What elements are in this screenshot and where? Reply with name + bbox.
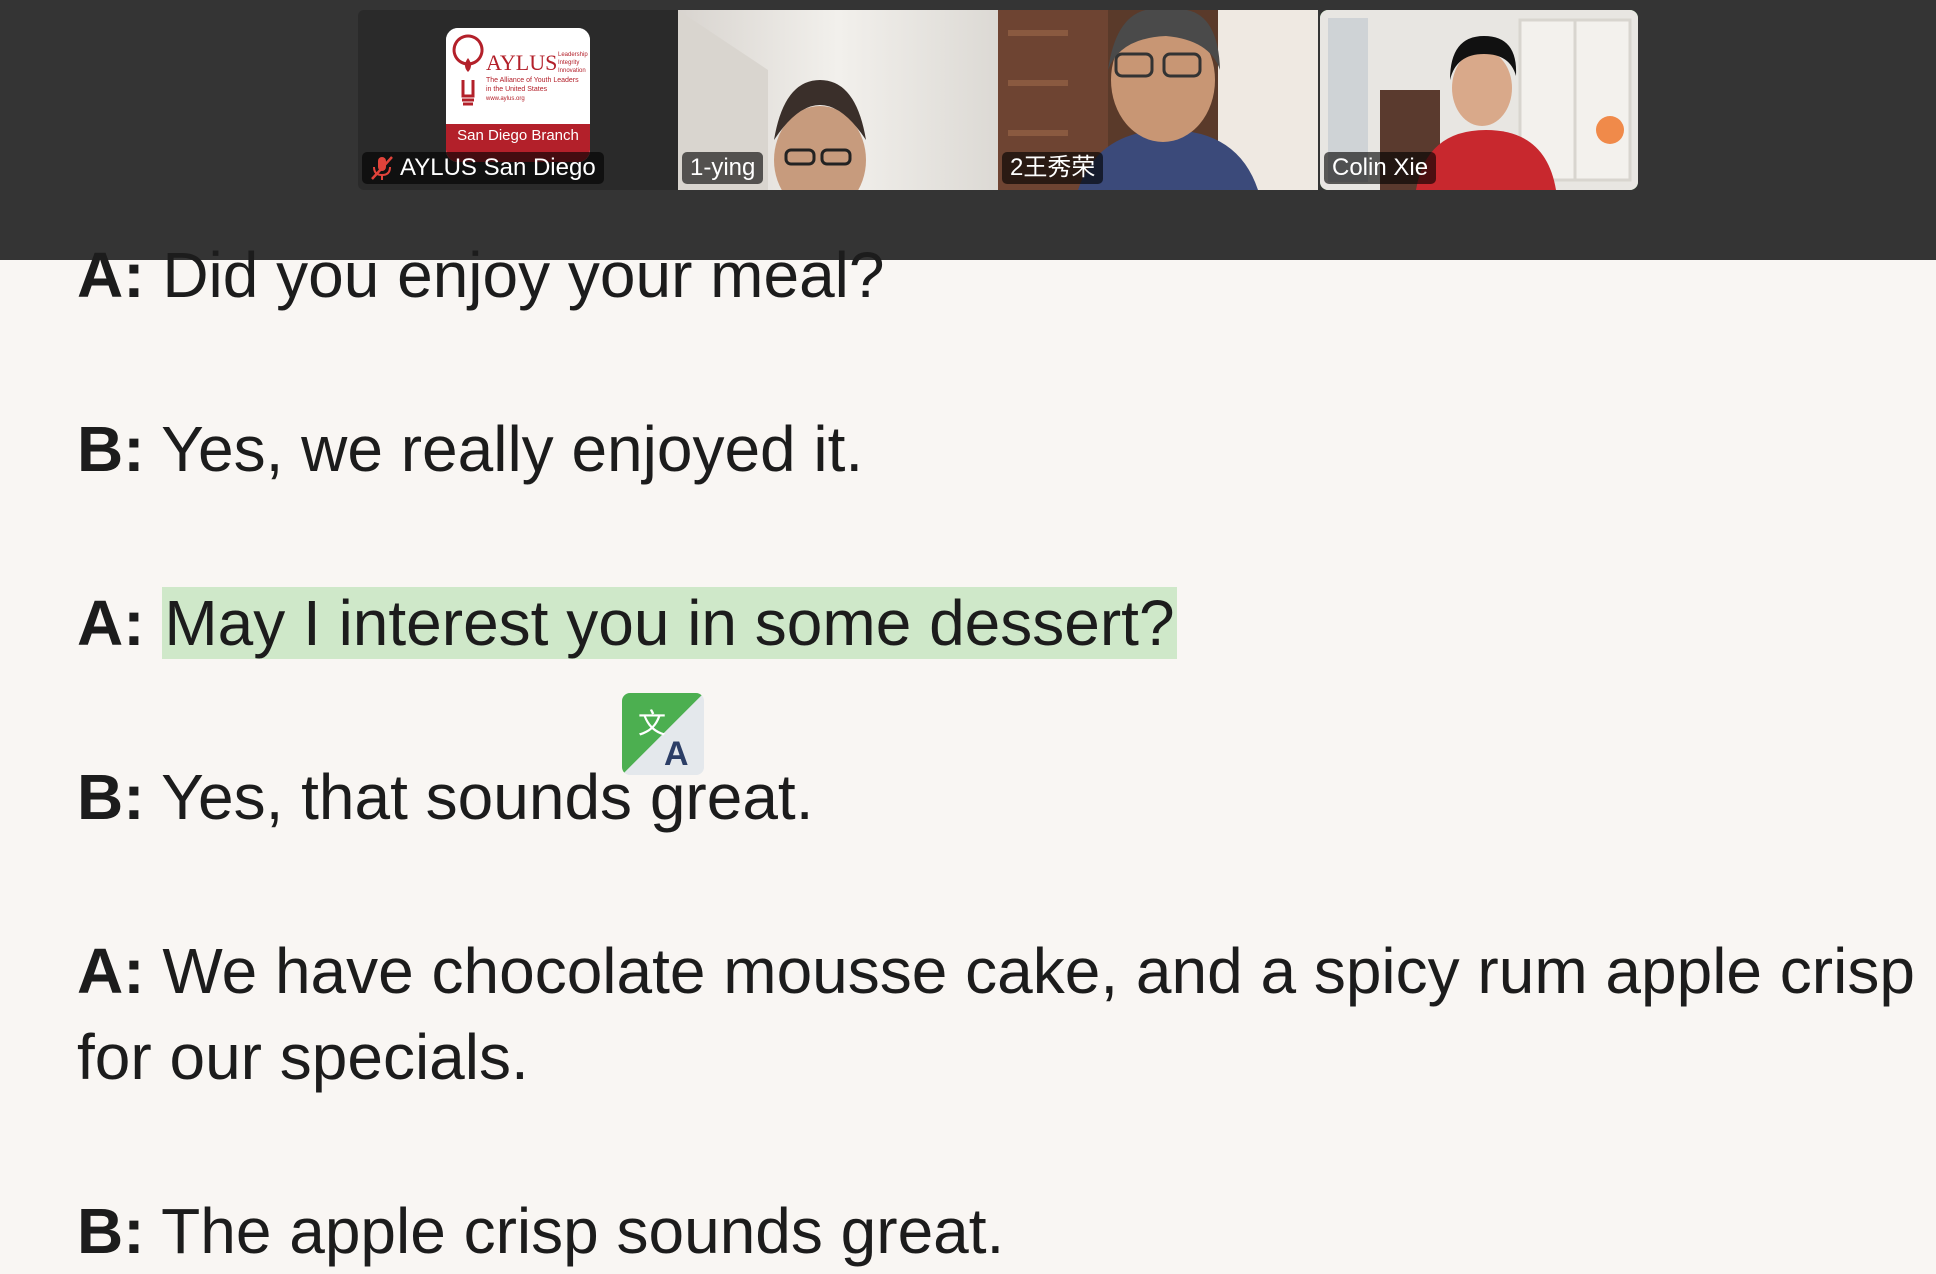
muted-mic-icon (371, 156, 393, 180)
translate-icon: 文 A (622, 693, 704, 775)
dialogue-line: B: Yes, we really enjoyed it. (77, 413, 864, 485)
dialogue-line-highlighted[interactable]: A: May I interest you in some dessert? (77, 580, 1177, 666)
participant-tile-wang[interactable]: 2王秀荣 (998, 10, 1318, 190)
dialogue-line: B: The apple crisp sounds great. (77, 1195, 1005, 1267)
logo-title: AYLUS (486, 50, 557, 75)
participant-name-tag: AYLUS San Diego (362, 152, 604, 184)
selected-text: May I interest you in some dessert? (162, 587, 1177, 659)
participant-name-tag: 2王秀荣 (1002, 152, 1104, 184)
participant-name-tag: 1-ying (682, 152, 764, 184)
participant-tile-colin-xie[interactable]: Colin Xie (1320, 10, 1638, 190)
dialogue-line: A: Did you enjoy your meal? (77, 239, 885, 311)
svg-text:A: A (664, 735, 689, 773)
svg-text:The Alliance of Youth Leaders: The Alliance of Youth Leaders (486, 77, 579, 84)
shared-dialogue-document: A: Did you enjoy your meal? B: Yes, we r… (5, 239, 1936, 1274)
video-gallery-bar: AYLUS Leadership Integrity Innovation Th… (0, 0, 1936, 260)
svg-text:www.aylus.org: www.aylus.org (485, 96, 525, 102)
dialogue-line: A: We have chocolate mousse cake, and a … (77, 935, 1915, 1007)
svg-text:Integrity: Integrity (558, 60, 579, 66)
aylus-logo: AYLUS Leadership Integrity Innovation Th… (446, 28, 590, 162)
svg-text:Innovation: Innovation (558, 68, 586, 74)
participant-tile-1-ying[interactable]: 1-ying (678, 10, 998, 190)
logo-branch: San Diego Branch (457, 127, 579, 144)
svg-text:in the United States: in the United States (486, 86, 548, 93)
svg-text:文: 文 (638, 707, 666, 740)
participant-tile-aylus[interactable]: AYLUS Leadership Integrity Innovation Th… (358, 10, 678, 190)
dialogue-line-continuation: for our specials. (77, 1021, 529, 1093)
translate-button[interactable]: 文 A (622, 693, 704, 775)
participant-name-tag: Colin Xie (1324, 152, 1437, 184)
svg-text:Leadership: Leadership (558, 52, 588, 58)
